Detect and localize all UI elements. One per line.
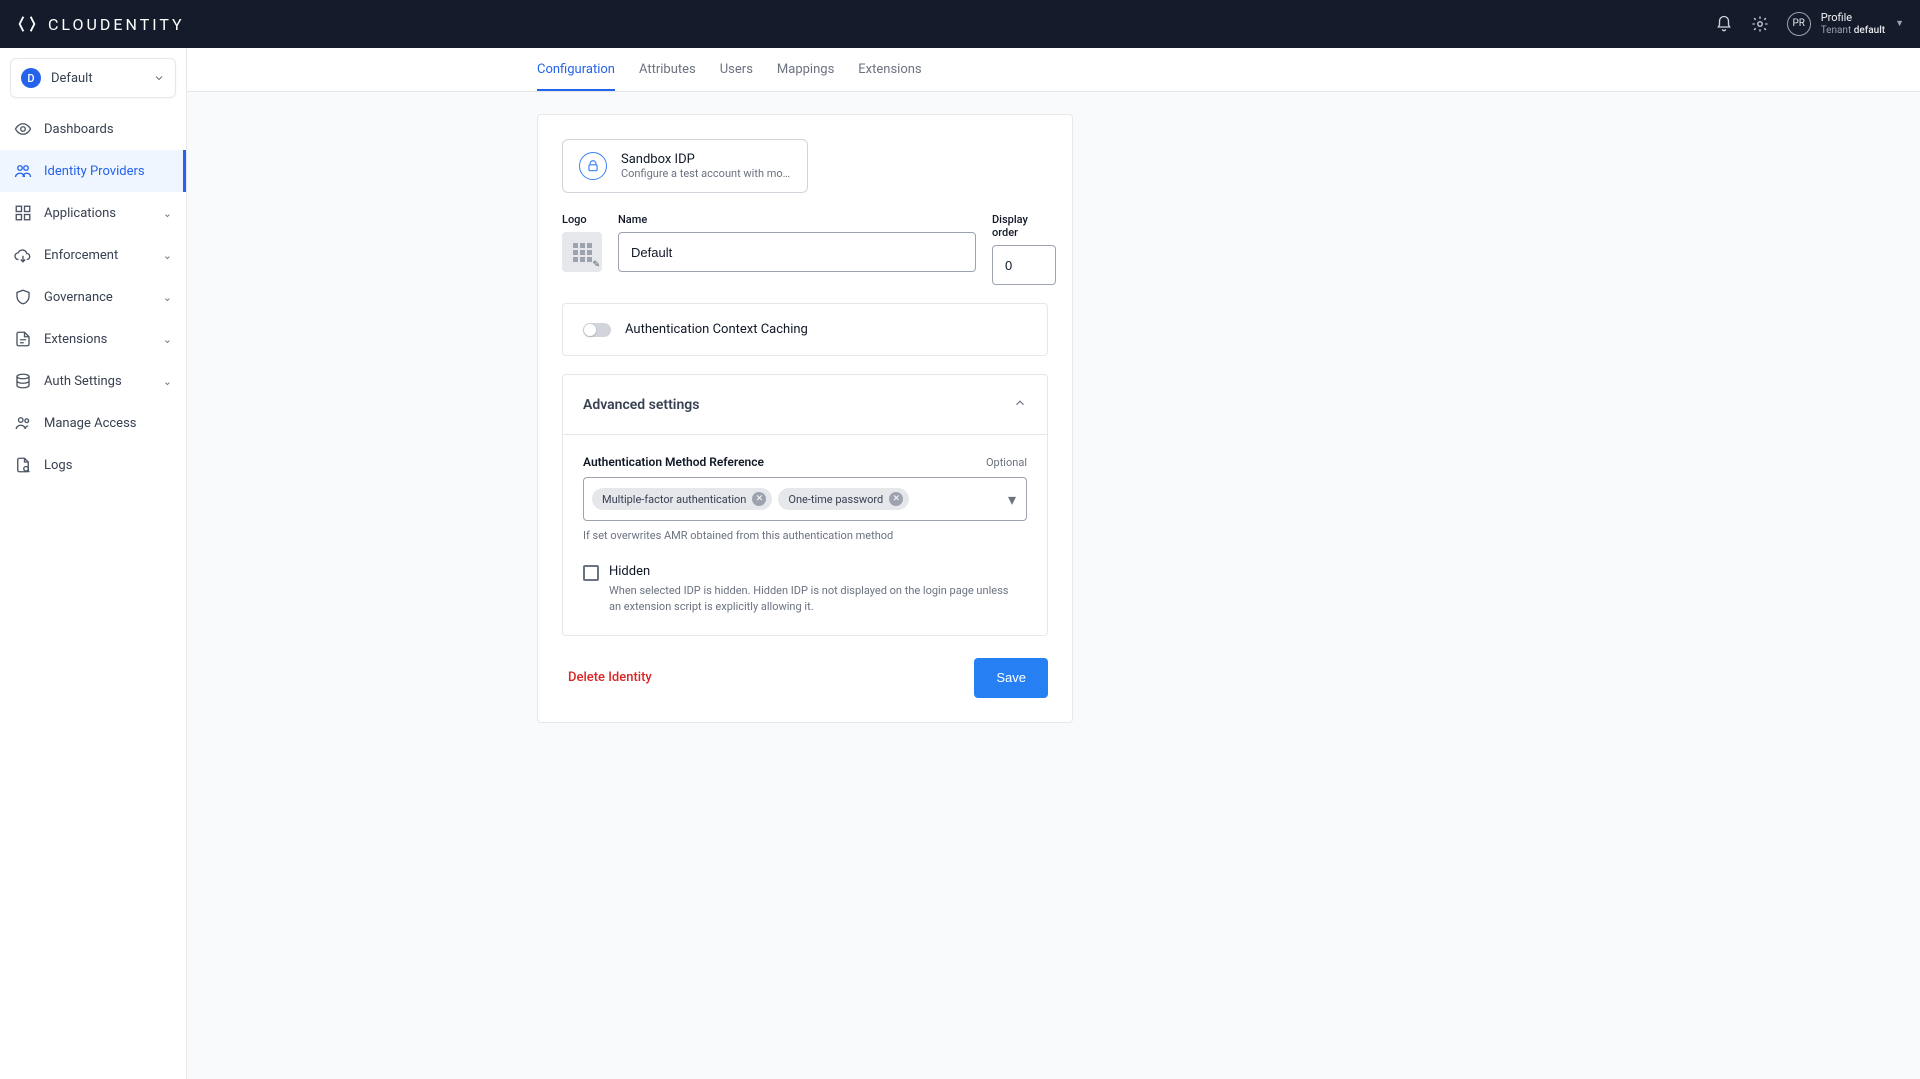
auth-context-caching-toggle[interactable] [583,323,611,337]
chip-remove-icon[interactable]: ✕ [889,492,903,506]
amr-chip: One-time password ✕ [778,488,909,510]
brand-text: CLOUDENTITY [48,15,185,34]
tenant-label: Tenant default [1821,25,1885,37]
chip-label: Multiple-factor authentication [602,493,746,506]
display-order-label: Display order [992,213,1056,239]
auth-context-caching-label: Authentication Context Caching [625,322,808,337]
gear-icon[interactable] [1751,15,1769,33]
tab-mappings[interactable]: Mappings [777,62,834,91]
name-input[interactable] [618,232,976,272]
chevron-down-icon: ⌄ [163,291,172,304]
amr-help-text: If set overwrites AMR obtained from this… [583,529,1027,542]
save-button[interactable]: Save [974,658,1048,698]
amr-label: Authentication Method Reference [583,455,764,469]
chevron-up-icon [1013,395,1027,414]
sidebar-item-label: Dashboards [44,122,114,137]
caret-down-icon: ▼ [1895,18,1904,29]
dropdown-caret-icon: ▾ [1008,490,1016,509]
placeholder-grid-icon [573,243,592,262]
document-icon [14,330,32,348]
idp-title: Sandbox IDP [621,152,791,167]
workspace-name: Default [51,71,143,86]
chevron-down-icon: ⌄ [163,207,172,220]
amr-optional: Optional [986,456,1027,469]
tab-attributes[interactable]: Attributes [639,62,696,91]
main-content: Configuration Attributes Users Mappings … [187,48,1920,1079]
chip-label: One-time password [788,493,883,506]
sidebar: D Default Dashboards Identity Providers … [0,48,187,1079]
amr-chip: Multiple-factor authentication ✕ [592,488,772,510]
cloud-icon [14,246,32,264]
app-header: CLOUDENTITY PR Profile Tenant default ▼ [0,0,1920,48]
sidebar-item-enforcement[interactable]: Enforcement ⌄ [0,234,186,276]
idp-desc: Configure a test account with mock … [621,167,791,180]
tabs-bar: Configuration Attributes Users Mappings … [187,48,1920,92]
sidebar-item-label: Extensions [44,332,107,347]
tab-extensions[interactable]: Extensions [858,62,921,91]
sidebar-item-dashboards[interactable]: Dashboards [0,108,186,150]
apps-grid-icon [14,204,32,222]
sidebar-item-governance[interactable]: Governance ⌄ [0,276,186,318]
sidebar-item-identity-providers[interactable]: Identity Providers [0,150,186,192]
tab-configuration[interactable]: Configuration [537,62,615,91]
workspace-selector[interactable]: D Default [10,58,176,98]
sidebar-item-auth-settings[interactable]: Auth Settings ⌄ [0,360,186,402]
configuration-card: Sandbox IDP Configure a test account wit… [537,114,1073,723]
chevron-down-icon: ⌄ [163,249,172,262]
chip-remove-icon[interactable]: ✕ [752,492,766,506]
sidebar-item-label: Auth Settings [44,374,122,389]
sidebar-item-applications[interactable]: Applications ⌄ [0,192,186,234]
workspace-badge: D [21,68,41,88]
logo-upload[interactable]: ✎ [562,232,602,272]
sidebar-item-label: Governance [44,290,113,305]
sandbox-idp-icon [579,152,607,180]
users-icon [14,162,32,180]
brand-block: CLOUDENTITY [16,13,185,35]
eye-icon [14,120,32,138]
advanced-settings-header[interactable]: Advanced settings [563,375,1047,435]
idp-summary-box: Sandbox IDP Configure a test account wit… [562,139,808,193]
chevron-down-icon [153,69,165,88]
database-icon [14,372,32,390]
shield-icon [14,288,32,306]
advanced-title: Advanced settings [583,397,699,413]
amr-select[interactable]: Multiple-factor authentication ✕ One-tim… [583,477,1027,521]
sidebar-item-logs[interactable]: Logs [0,444,186,486]
chevron-down-icon: ⌄ [163,333,172,346]
sidebar-item-manage-access[interactable]: Manage Access [0,402,186,444]
tab-users[interactable]: Users [720,62,753,91]
avatar: PR [1787,12,1811,36]
sidebar-item-label: Applications [44,206,116,221]
pencil-icon: ✎ [592,260,600,270]
sidebar-item-extensions[interactable]: Extensions ⌄ [0,318,186,360]
sidebar-item-label: Manage Access [44,416,137,431]
bell-icon[interactable] [1715,15,1733,33]
sidebar-item-label: Logs [44,458,72,473]
logs-icon [14,456,32,474]
delete-identity-link[interactable]: Delete Identity [562,670,652,685]
hidden-checkbox[interactable] [583,565,599,581]
name-label: Name [618,213,976,226]
profile-menu[interactable]: PR Profile Tenant default ▼ [1787,12,1904,36]
profile-label: Profile [1821,12,1885,25]
display-order-input[interactable] [992,245,1056,285]
logo-label: Logo [562,213,602,226]
chevron-down-icon: ⌄ [163,375,172,388]
sidebar-item-label: Enforcement [44,248,118,263]
sidebar-item-label: Identity Providers [44,164,145,179]
brand-glyph-icon [16,13,38,35]
people-icon [14,414,32,432]
hidden-label: Hidden [609,564,1019,579]
hidden-desc: When selected IDP is hidden. Hidden IDP … [609,583,1019,615]
